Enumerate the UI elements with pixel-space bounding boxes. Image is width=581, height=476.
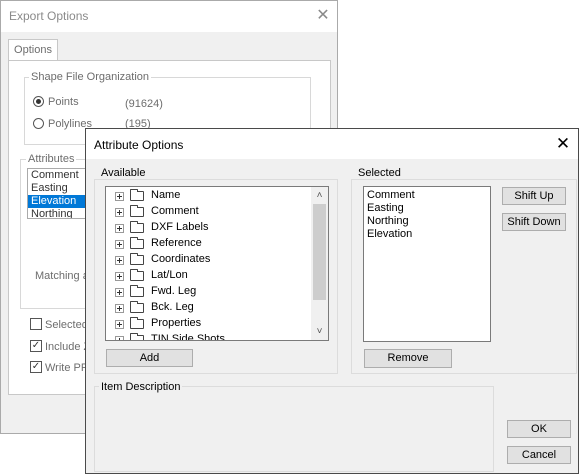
folder-icon <box>130 189 144 201</box>
item-description-label: Item Description <box>99 381 183 393</box>
remove-button[interactable]: Remove <box>364 349 452 368</box>
export-titlebar: Export Options ✕ <box>1 1 337 32</box>
folder-icon <box>130 237 144 249</box>
expand-icon[interactable] <box>115 304 124 313</box>
tree-scrollbar[interactable]: ˄ ˅ <box>311 187 328 340</box>
write-pr-checkbox-label: Write PR <box>45 362 89 374</box>
available-tree[interactable]: Name Comment DXF Labels Reference Coordi… <box>105 186 329 341</box>
tree-item-label: Reference <box>151 237 202 249</box>
expand-icon[interactable] <box>115 192 124 201</box>
points-radio-label: Points <box>48 96 79 108</box>
polylines-radio[interactable] <box>33 118 44 129</box>
item-description-box <box>94 386 494 472</box>
folder-icon <box>130 269 144 281</box>
tree-item[interactable]: Lat/Lon <box>106 268 311 284</box>
list-item[interactable]: Northing <box>28 208 86 218</box>
points-count: (91624) <box>125 98 163 110</box>
tree-item-label: Properties <box>151 317 202 329</box>
selected-checkbox[interactable] <box>30 318 42 330</box>
include-z-checkbox[interactable]: ✓ <box>30 340 42 352</box>
export-window-title: Export Options <box>9 9 89 23</box>
points-radio[interactable] <box>33 96 44 107</box>
attribute-options-dialog: Attribute Options ✕ Available Name Comme… <box>85 128 579 474</box>
tree-item[interactable]: Properties <box>106 316 311 332</box>
scroll-down-icon[interactable]: ˅ <box>313 324 326 339</box>
folder-icon <box>130 333 144 340</box>
tree-item[interactable]: Comment <box>106 204 311 220</box>
expand-icon[interactable] <box>115 288 124 297</box>
tree-item[interactable]: Coordinates <box>106 252 311 268</box>
ok-button[interactable]: OK <box>507 420 571 438</box>
tree-item-label: Lat/Lon <box>151 269 188 281</box>
scroll-thumb[interactable] <box>313 204 326 300</box>
attribute-titlebar: Attribute Options ✕ <box>86 129 578 159</box>
shape-file-group-label: Shape File Organization <box>29 71 152 83</box>
scroll-up-icon[interactable]: ˄ <box>313 188 326 203</box>
folder-icon <box>130 285 144 297</box>
expand-icon[interactable] <box>115 320 124 329</box>
folder-icon <box>130 205 144 217</box>
selected-list[interactable]: Comment Easting Northing Elevation <box>363 186 491 342</box>
list-item[interactable]: Northing <box>367 215 409 227</box>
tree-item[interactable]: Bck. Leg <box>106 300 311 316</box>
available-group-label: Available <box>99 167 148 179</box>
folder-icon <box>130 253 144 265</box>
expand-icon[interactable] <box>115 208 124 217</box>
matching-label: Matching a <box>35 270 89 282</box>
list-item[interactable]: Easting <box>28 182 86 195</box>
list-item[interactable]: Elevation <box>367 228 412 240</box>
list-item[interactable]: Comment <box>367 189 415 201</box>
tree-item-label: TIN Side Shots <box>151 333 225 341</box>
expand-icon[interactable] <box>115 272 124 281</box>
shift-up-button[interactable]: Shift Up <box>502 187 566 205</box>
folder-icon <box>130 221 144 233</box>
tree-item[interactable]: Name <box>106 188 311 204</box>
selected-group-label: Selected <box>356 167 403 179</box>
tree-item-label: Bck. Leg <box>151 301 194 313</box>
selected-checkbox-label: Selected <box>45 319 88 331</box>
attributes-list[interactable]: Comment Easting Elevation Northing <box>27 168 87 219</box>
list-item[interactable]: Easting <box>367 202 404 214</box>
tab-options[interactable]: Options <box>8 39 58 61</box>
folder-icon <box>130 301 144 313</box>
tree-item-label: Comment <box>151 205 199 217</box>
list-item-selected[interactable]: Elevation <box>28 195 86 208</box>
tree-item-label: Name <box>151 189 181 201</box>
list-item[interactable]: Comment <box>28 169 86 182</box>
attribute-dialog-title: Attribute Options <box>94 138 184 152</box>
tree-item-label: Coordinates <box>151 253 211 265</box>
close-icon[interactable]: ✕ <box>553 134 573 154</box>
close-icon[interactable]: ✕ <box>314 7 332 25</box>
tree-item[interactable]: TIN Side Shots <box>106 332 311 341</box>
add-button[interactable]: Add <box>106 349 193 367</box>
tree-item-label: Fwd. Leg <box>151 285 197 297</box>
attributes-group-label: Attributes <box>26 153 77 165</box>
tree-item-label: DXF Labels <box>151 221 209 233</box>
expand-icon[interactable] <box>115 224 124 233</box>
tree-item[interactable]: Reference <box>106 236 311 252</box>
expand-icon[interactable] <box>115 240 124 249</box>
expand-icon[interactable] <box>115 336 124 340</box>
tree-item[interactable]: Fwd. Leg <box>106 284 311 300</box>
cancel-button[interactable]: Cancel <box>507 446 571 464</box>
write-pr-checkbox[interactable]: ✓ <box>30 361 42 373</box>
folder-icon <box>130 317 144 329</box>
shift-down-button[interactable]: Shift Down <box>502 213 566 231</box>
tree-item[interactable]: DXF Labels <box>106 220 311 236</box>
include-z-checkbox-label: Include Z <box>45 341 91 353</box>
expand-icon[interactable] <box>115 256 124 265</box>
